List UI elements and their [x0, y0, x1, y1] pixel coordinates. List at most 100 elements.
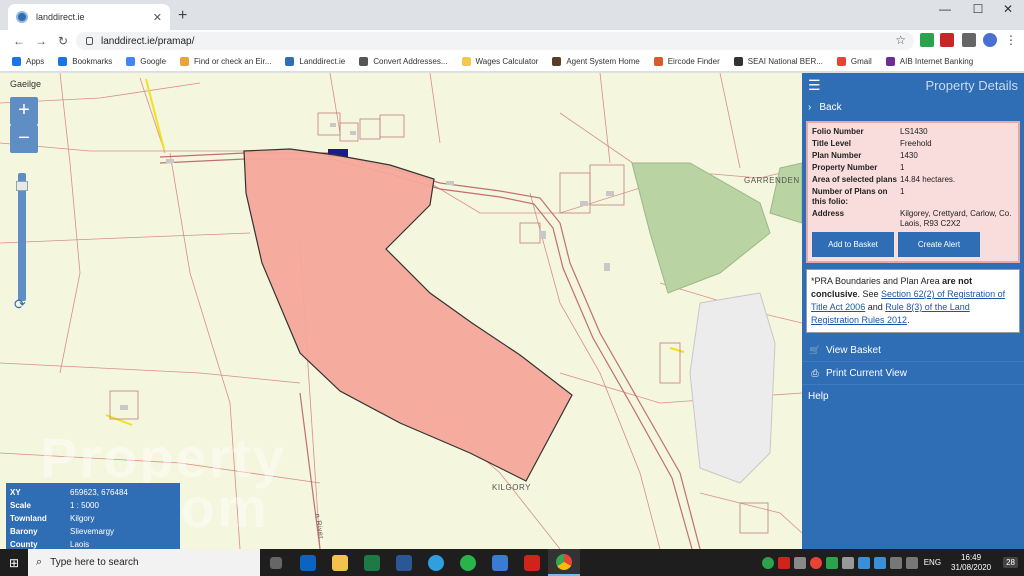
- address-label: Address: [812, 209, 845, 218]
- bookmark-favicon-icon: [359, 57, 369, 66]
- bookmark-label: Bookmarks: [72, 57, 113, 66]
- bookmark-item[interactable]: Find or check an Eir...: [180, 57, 271, 66]
- bookmark-star-icon[interactable]: ☆: [895, 33, 906, 47]
- tray-whatsapp-icon[interactable]: [825, 556, 838, 569]
- xy-value: 659623, 676484: [70, 488, 128, 497]
- note-text-1: *PRA Boundaries and Plan Area: [811, 276, 943, 286]
- taskbar-search[interactable]: ⌕ Type here to search: [28, 549, 260, 576]
- tray-app-icon[interactable]: [793, 556, 806, 569]
- acrobat-icon[interactable]: [516, 549, 548, 576]
- notification-center-icon[interactable]: 28: [1003, 557, 1018, 568]
- xy-label: XY: [10, 488, 21, 497]
- townland-value: Kilgory: [70, 514, 95, 523]
- chrome-icon[interactable]: [548, 549, 580, 576]
- tray-check-icon[interactable]: [761, 556, 774, 569]
- forward-arrow-icon[interactable]: →: [30, 34, 52, 48]
- townland-label: Townland: [10, 514, 47, 523]
- bookmark-item[interactable]: Eircode Finder: [653, 57, 720, 66]
- back-link[interactable]: › Back: [802, 97, 1024, 117]
- back-arrow-icon[interactable]: ←: [8, 34, 30, 48]
- windows-taskbar: ⊞ ⌕ Type here to search ENG 16:49 31/08/…: [0, 549, 1024, 576]
- outlook-icon[interactable]: [292, 549, 324, 576]
- bookmark-item[interactable]: Wages Calculator: [461, 57, 538, 66]
- maximize-icon[interactable]: ☐: [963, 2, 993, 16]
- new-tab-icon[interactable]: +: [178, 7, 187, 25]
- excel-icon[interactable]: [356, 549, 388, 576]
- bookmark-item[interactable]: Landdirect.ie: [285, 57, 345, 66]
- bookmark-item[interactable]: Convert Addresses...: [359, 57, 448, 66]
- extension-pdf-icon[interactable]: [940, 33, 954, 47]
- language-indicator[interactable]: ENG: [924, 558, 941, 567]
- onedrive-icon[interactable]: [857, 556, 870, 569]
- bookmark-favicon-icon: [653, 57, 663, 66]
- county-value: Laois: [70, 540, 90, 549]
- selected-property-polygon[interactable]: [243, 148, 573, 482]
- property-number-value: 1: [900, 163, 905, 172]
- address-bar[interactable]: landdirect.ie/pramap/ ☆: [76, 32, 914, 50]
- extension-check-icon[interactable]: [920, 33, 934, 47]
- screen: landdirect.ie ✕ + — ☐ ✕ ← → ↻ landdirect…: [0, 0, 1024, 576]
- help-label: Help: [808, 391, 829, 402]
- menu-hamburger-icon[interactable]: ☰: [808, 77, 821, 94]
- add-to-basket-button[interactable]: Add to Basket: [812, 232, 894, 257]
- gaeilge-language-link[interactable]: Gaeilge: [10, 79, 41, 89]
- network-icon[interactable]: [889, 556, 902, 569]
- print-view-label: Print Current View: [826, 367, 907, 379]
- view-basket-label: View Basket: [826, 344, 881, 356]
- close-tab-icon[interactable]: ✕: [153, 11, 162, 24]
- county-label: County: [10, 540, 38, 549]
- edge-icon[interactable]: [420, 549, 452, 576]
- windows-start-icon[interactable]: ⊞: [0, 556, 28, 570]
- bookmark-item[interactable]: SEAI National BER...: [733, 57, 823, 66]
- tray-chrome-icon[interactable]: [809, 556, 822, 569]
- help-item[interactable]: Help: [802, 385, 1024, 408]
- place-label-kilgory: KILGORY: [492, 483, 531, 492]
- area-value: 14.84 hectares.: [900, 175, 956, 184]
- bookmark-item[interactable]: Agent System Home: [552, 57, 640, 66]
- browser-menu-icon[interactable]: ⋮: [1004, 33, 1018, 47]
- tray-acrobat-icon[interactable]: [777, 556, 790, 569]
- reset-view-icon[interactable]: ⟳: [14, 296, 26, 313]
- bookmark-item[interactable]: Bookmarks: [58, 57, 112, 66]
- disclaimer-note: *PRA Boundaries and Plan Area are not co…: [806, 269, 1020, 333]
- create-alert-button[interactable]: Create Alert: [898, 232, 980, 257]
- file-explorer-icon[interactable]: [324, 549, 356, 576]
- browser-tab[interactable]: landdirect.ie ✕: [8, 4, 170, 30]
- taskbar-clock[interactable]: 16:49 31/08/2020: [951, 553, 991, 573]
- cart-icon: 🛒: [809, 344, 821, 355]
- word-icon[interactable]: [388, 549, 420, 576]
- bookmark-item[interactable]: Apps: [12, 57, 44, 66]
- zoom-slider[interactable]: [16, 173, 28, 301]
- bluetooth-icon[interactable]: [873, 556, 886, 569]
- zoom-out-button[interactable]: −: [10, 125, 38, 153]
- zoom-slider-handle[interactable]: [16, 181, 28, 191]
- bookmark-label: Landdirect.ie: [299, 57, 346, 66]
- browser-tab-strip: landdirect.ie ✕ + — ☐ ✕: [0, 0, 1024, 30]
- bookmark-favicon-icon: [12, 57, 21, 66]
- tab-title: landdirect.ie: [36, 12, 85, 22]
- task-view-icon[interactable]: [260, 549, 292, 576]
- tray-usb-icon[interactable]: [841, 556, 854, 569]
- whatsapp-icon[interactable]: [452, 549, 484, 576]
- landdirect-favicon-icon: [16, 11, 28, 23]
- window-close-icon[interactable]: ✕: [993, 2, 1023, 16]
- view-basket-item[interactable]: 🛒 View Basket: [802, 339, 1024, 362]
- bookmark-favicon-icon: [733, 57, 743, 66]
- plan-number-value: 1430: [900, 151, 918, 160]
- bookmark-label: Find or check an Eir...: [194, 57, 272, 66]
- photos-icon[interactable]: [484, 549, 516, 576]
- map-view[interactable]: Gaeilge + − ⟳ GARRENDEN KILGORY n River …: [0, 73, 802, 549]
- profile-avatar[interactable]: [983, 33, 997, 47]
- bookmark-item[interactable]: AIB Internet Banking: [885, 57, 973, 66]
- bookmark-label: Eircode Finder: [667, 57, 720, 66]
- print-view-item[interactable]: ⎙ Print Current View: [802, 362, 1024, 385]
- bookmark-item[interactable]: Google: [126, 57, 166, 66]
- minimize-icon[interactable]: —: [930, 2, 960, 16]
- extensions-puzzle-icon[interactable]: [962, 33, 976, 47]
- volume-icon[interactable]: [905, 556, 918, 569]
- zoom-in-button[interactable]: +: [10, 97, 38, 125]
- note-text-4: .: [907, 315, 910, 325]
- area-label: Area of selected plans: [812, 175, 897, 184]
- bookmark-item[interactable]: Gmail: [836, 57, 872, 66]
- reload-icon[interactable]: ↻: [52, 34, 74, 48]
